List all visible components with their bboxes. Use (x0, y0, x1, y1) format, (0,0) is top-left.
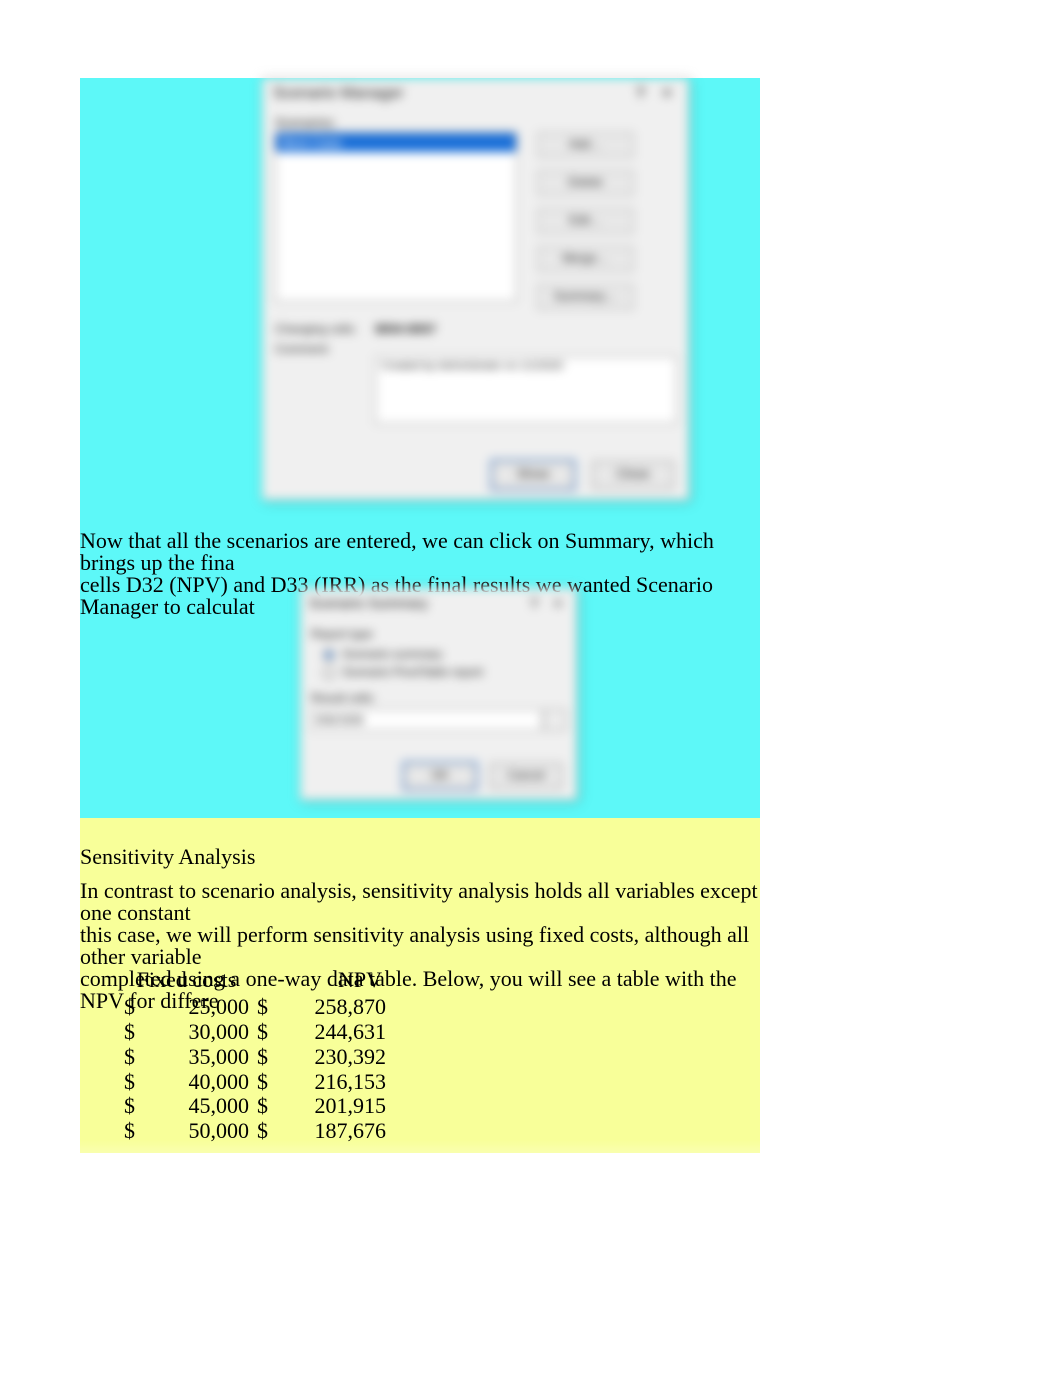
radio-icon (323, 667, 335, 679)
range-picker-icon[interactable] (544, 709, 566, 731)
edit-button[interactable]: Edit… (537, 208, 634, 234)
window-buttons: ? × (630, 85, 678, 103)
npv-value: 216,153 (315, 1069, 387, 1094)
help-icon[interactable]: ? (630, 85, 652, 103)
merge-button[interactable]: Merge… (537, 246, 634, 272)
close-icon[interactable]: × (548, 595, 568, 611)
dialog-titlebar: Scenario Manager ? × (263, 79, 688, 109)
header-npv: NPV (253, 965, 390, 995)
npv-value: 187,676 (315, 1118, 387, 1143)
currency-symbol: $ (124, 1093, 135, 1118)
sensitivity-heading: Sensitivity Analysis (80, 844, 255, 870)
scenario-summary-dialog: Scenario Summary ? × Report type Scenari… (300, 588, 577, 800)
npv-value: 258,870 (315, 994, 387, 1019)
changing-cells-label: Changing cells: (275, 322, 375, 336)
npv-value: 230,392 (315, 1044, 387, 1069)
fc-value: 30,000 (189, 1019, 250, 1044)
npv-value: 244,631 (315, 1019, 387, 1044)
scenario-manager-dialog: Scenario Manager ? × Scenarios: Best Cas… (262, 78, 689, 500)
help-icon[interactable]: ? (524, 595, 544, 611)
header-fixed-costs: Fixed costs (120, 965, 253, 995)
option-scenario-pivot[interactable]: Scenario PivotTable report (323, 663, 566, 681)
scenarios-listbox[interactable]: Best Case (275, 132, 517, 302)
currency-symbol: $ (124, 1118, 135, 1143)
currency-symbol: $ (257, 1118, 268, 1143)
cancel-button[interactable]: Cancel (490, 763, 562, 789)
table-row: $ 50,000 $ 187,676 (120, 1119, 390, 1144)
fc-value: 45,000 (189, 1093, 250, 1118)
close-button[interactable]: Close (592, 461, 674, 489)
comment-box: Created by Administrator on 1/1/2020 (375, 356, 677, 424)
radio-icon (323, 649, 335, 661)
fc-value: 25,000 (189, 994, 250, 1019)
currency-symbol: $ (257, 994, 268, 1019)
table-row: $ 45,000 $ 201,915 (120, 1094, 390, 1119)
result-cells-label: Result cells: (311, 691, 566, 705)
table-row: $ 30,000 $ 244,631 (120, 1020, 390, 1045)
option-pivot-label: Scenario PivotTable report (342, 665, 483, 679)
report-type-label: Report type (311, 627, 566, 641)
option-scenario-summary[interactable]: Scenario summary (323, 645, 566, 663)
currency-symbol: $ (124, 994, 135, 1019)
scenario-item-selected[interactable]: Best Case (276, 133, 516, 152)
para-cyan-line1: Now that all the scenarios are entered, … (80, 528, 714, 575)
show-button[interactable]: Show (492, 461, 574, 489)
table-header-row: Fixed costs NPV (120, 965, 390, 995)
currency-symbol: $ (124, 1044, 135, 1069)
para-yellow-line2: this case, we will perform sensitivity a… (80, 922, 749, 969)
result-cells-input[interactable] (311, 709, 542, 731)
table-row: $ 25,000 $ 258,870 (120, 995, 390, 1020)
table-body: $ 25,000 $ 258,870 $ 30,000 $ 244,631 $ … (120, 995, 390, 1144)
currency-symbol: $ (257, 1069, 268, 1094)
dialog2-titlebar: Scenario Summary ? × (301, 589, 576, 617)
summary-button[interactable]: Summary… (537, 284, 634, 310)
fc-value: 50,000 (189, 1118, 250, 1143)
page: Scenario Manager ? × Scenarios: Best Cas… (0, 0, 1062, 1377)
fc-value: 40,000 (189, 1069, 250, 1094)
currency-symbol: $ (257, 1044, 268, 1069)
currency-symbol: $ (257, 1093, 268, 1118)
fc-value: 35,000 (189, 1044, 250, 1069)
npv-value: 201,915 (315, 1093, 387, 1118)
currency-symbol: $ (257, 1019, 268, 1044)
currency-symbol: $ (124, 1019, 135, 1044)
sensitivity-table: Fixed costs NPV $ 25,000 $ 258,870 $ 30,… (120, 965, 390, 1144)
comment-label: Comment: (275, 342, 375, 356)
add-button[interactable]: Add… (537, 132, 634, 158)
dialog-title: Scenario Manager (273, 85, 404, 103)
changing-cells-value: $B$4:$B$7 (375, 322, 676, 336)
close-icon[interactable]: × (656, 85, 678, 103)
table-row: $ 40,000 $ 216,153 (120, 1070, 390, 1095)
window-buttons-2: ? × (524, 595, 568, 611)
delete-button[interactable]: Delete (537, 170, 634, 196)
table-row: $ 35,000 $ 230,392 (120, 1045, 390, 1070)
currency-symbol: $ (124, 1069, 135, 1094)
option-summary-label: Scenario summary (342, 647, 442, 661)
dialog2-title: Scenario Summary (309, 595, 428, 611)
ok-button[interactable]: OK (404, 763, 476, 789)
para-yellow-line1: In contrast to scenario analysis, sensit… (80, 878, 758, 925)
scenarios-label: Scenarios: (275, 115, 676, 130)
